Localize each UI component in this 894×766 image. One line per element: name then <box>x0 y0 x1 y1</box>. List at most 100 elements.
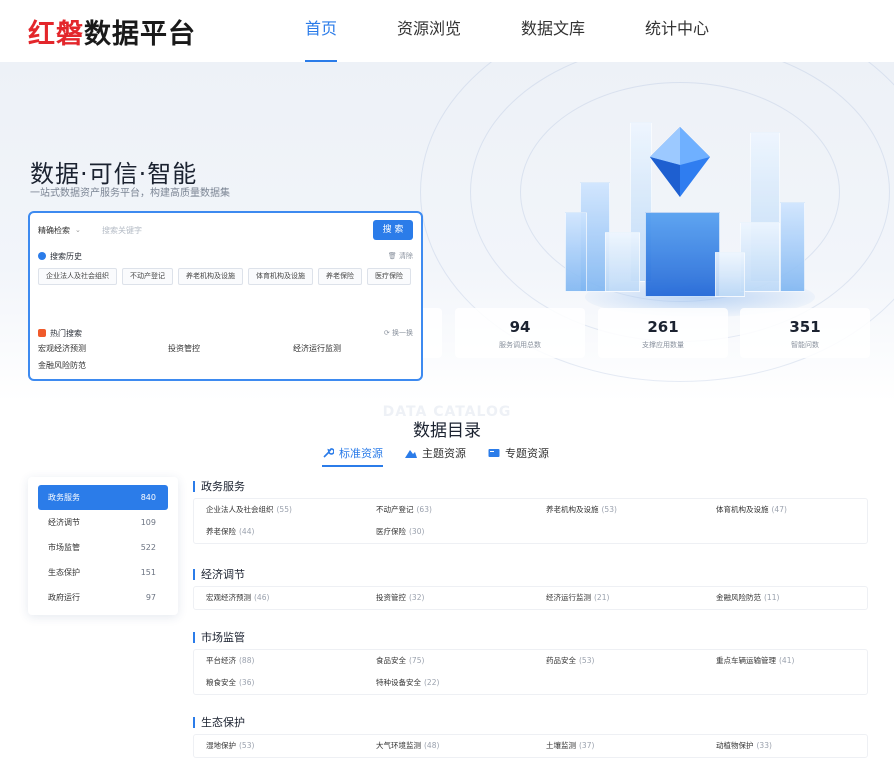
top-header: 红磐数据平台 首页 资源浏览 数据文库 统计中心 <box>0 0 894 62</box>
catalog-item-count: (37) <box>579 741 595 750</box>
sidebar-item-label: 政务服务 <box>48 493 80 502</box>
catalog-item-name: 土壤监测 <box>546 741 576 750</box>
catalog-item[interactable]: 动植物保护 (33) <box>716 739 866 753</box>
section-items: 湿地保护 (53) 大气环境监测 (48) 土壤监测 (37) 动植物保护 (33) <box>193 734 868 758</box>
section-title: 经济调节 <box>193 566 868 582</box>
tab-standard-resources[interactable]: 标准资源 <box>322 442 383 467</box>
catalog-item-count: (30) <box>409 527 425 536</box>
catalog-item[interactable]: 宏观经济预测 (46) <box>206 591 376 605</box>
section-title: 市场监管 <box>193 629 868 645</box>
catalog-item-name: 粮食安全 <box>206 678 236 687</box>
catalog-item[interactable]: 食品安全 (75) <box>376 654 546 668</box>
catalog-item-name: 湿地保护 <box>206 741 236 750</box>
catalog-item[interactable]: 湿地保护 (53) <box>206 739 376 753</box>
stat-card: 261 支撑应用数量 <box>598 308 728 358</box>
catalog-item[interactable]: 养老保险 (44) <box>206 525 376 539</box>
catalog-item-count: (41) <box>779 656 795 665</box>
catalog-item[interactable]: 不动产登记 (63) <box>376 503 546 517</box>
catalog-item-count: (63) <box>416 505 432 514</box>
section-items: 企业法人及社会组织 (55) 不动产登记 (63) 养老机构及设施 (53) 体育机构… <box>193 498 868 544</box>
history-chip[interactable]: 不动产登记 <box>122 268 173 285</box>
sidebar-item-label: 生态保护 <box>48 568 80 577</box>
tab-theme-resources[interactable]: 主题资源 <box>405 442 466 464</box>
catalog-item-name: 大气环境监测 <box>376 741 421 750</box>
search-history-list: 企业法人及社会组织 不动产登记 养老机构及设施 体育机构及设施 养老保险 医疗保… <box>38 268 413 285</box>
search-history-header: 搜索历史 🗑 清除 <box>38 249 413 263</box>
catalog-item-count: (33) <box>756 741 772 750</box>
hot-search-item[interactable]: 宏观经济预测 <box>38 343 86 354</box>
catalog-item-name: 重点车辆运输管理 <box>716 656 776 665</box>
stat-label: 支撑应用数量 <box>642 341 684 349</box>
catalog-item[interactable]: 特种设备安全 (22) <box>376 676 546 690</box>
search-input[interactable] <box>102 220 373 240</box>
catalog-item[interactable]: 体育机构及设施 (47) <box>716 503 866 517</box>
catalog-item[interactable]: 企业法人及社会组织 (55) <box>206 503 376 517</box>
sidebar-item-ecological-protection[interactable]: 生态保护 151 <box>38 560 168 585</box>
hero-subtitle: 一站式数据资产服务平台，构建高质量数据集 <box>30 188 230 199</box>
sidebar-item-government-service[interactable]: 政务服务 840 <box>38 485 168 510</box>
building <box>715 252 745 297</box>
catalog-item[interactable]: 粮食安全 (36) <box>206 676 376 690</box>
wrench-icon <box>323 448 334 458</box>
hot-search-item[interactable]: 经济运行监测 <box>293 343 341 354</box>
catalog-item-name: 特种设备安全 <box>376 678 421 687</box>
sidebar-item-government-operation[interactable]: 政府运行 97 <box>38 585 168 610</box>
catalog-item[interactable]: 养老机构及设施 (53) <box>546 503 716 517</box>
catalog-item-name: 养老机构及设施 <box>546 505 599 514</box>
hot-search-item[interactable]: 投资管控 <box>168 343 200 354</box>
stat-value: 261 <box>647 318 679 336</box>
history-chip[interactable]: 养老保险 <box>318 268 362 285</box>
clear-history-button[interactable]: 🗑 清除 <box>388 251 413 261</box>
stat-value: 351 <box>789 318 821 336</box>
catalog-item-name: 体育机构及设施 <box>716 505 769 514</box>
search-button[interactable]: 搜 索 <box>373 220 413 240</box>
sidebar-item-label: 经济调节 <box>48 518 80 527</box>
catalog-item[interactable]: 投资管控 (32) <box>376 591 546 605</box>
history-chip[interactable]: 养老机构及设施 <box>178 268 243 285</box>
stat-label: 智能问数 <box>791 341 819 349</box>
search-scope-label: 精确检索 <box>38 225 70 235</box>
history-chip[interactable]: 体育机构及设施 <box>248 268 313 285</box>
sidebar-item-economic-regulation[interactable]: 经济调节 109 <box>38 510 168 535</box>
sidebar-item-market-supervision[interactable]: 市场监管 522 <box>38 535 168 560</box>
catalog-item[interactable]: 重点车辆运输管理 (41) <box>716 654 866 668</box>
search-scope-select[interactable]: 精确检索 ⌄ <box>38 225 102 236</box>
catalog-item-count: (44) <box>239 527 255 536</box>
sidebar-item-count: 97 <box>145 593 156 602</box>
tab-label: 主题资源 <box>422 447 466 460</box>
hot-search-item[interactable]: 金融风险防范 <box>38 360 86 371</box>
catalog-item-name: 投资管控 <box>376 593 406 602</box>
hot-search-header: 热门搜索 ⟳ 换一换 <box>38 326 413 340</box>
section-title: 政务服务 <box>193 478 868 494</box>
nav-data-library[interactable]: 数据文库 <box>491 0 615 62</box>
catalog-item-name: 宏观经济预测 <box>206 593 251 602</box>
catalog-item-count: (46) <box>254 593 270 602</box>
catalog-item[interactable]: 金融风险防范 (11) <box>716 591 866 605</box>
mountain-icon <box>405 450 417 458</box>
catalog-title: 数据目录 <box>413 421 481 441</box>
stat-value: 94 <box>509 318 531 336</box>
building <box>740 222 780 292</box>
catalog-section-ecological-protection: 生态保护 湿地保护 (53) 大气环境监测 (48) 土壤监测 (37) 动植物保护(… <box>193 714 868 758</box>
nav-resource-browse[interactable]: 资源浏览 <box>367 0 491 62</box>
history-chip[interactable]: 企业法人及社会组织 <box>38 268 117 285</box>
catalog-item[interactable]: 土壤监测 (37) <box>546 739 716 753</box>
catalog-item[interactable]: 医疗保险 (30) <box>376 525 546 539</box>
catalog-item[interactable]: 大气环境监测 (48) <box>376 739 546 753</box>
site-logo[interactable]: 红磐数据平台 <box>28 12 196 51</box>
tab-topic-resources[interactable]: 专题资源 <box>488 442 549 464</box>
nav-statistics[interactable]: 统计中心 <box>615 0 739 62</box>
nav-home[interactable]: 首页 <box>275 0 367 62</box>
building <box>605 232 640 292</box>
chevron-down-icon: ⌄ <box>75 226 81 234</box>
refresh-button[interactable]: ⟳ 换一换 <box>384 328 413 338</box>
history-chip[interactable]: 医疗保险 <box>367 268 411 285</box>
catalog-item-count: (11) <box>764 593 780 602</box>
catalog-item[interactable]: 经济运行监测 (21) <box>546 591 716 605</box>
sidebar-item-label: 政府运行 <box>48 593 80 602</box>
tab-label: 标准资源 <box>339 447 383 460</box>
catalog-item[interactable]: 平台经济 (88) <box>206 654 376 668</box>
catalog-item-name: 金融风险防范 <box>716 593 761 602</box>
catalog-item[interactable]: 药品安全 (53) <box>546 654 716 668</box>
catalog-item-name: 动植物保护 <box>716 741 754 750</box>
